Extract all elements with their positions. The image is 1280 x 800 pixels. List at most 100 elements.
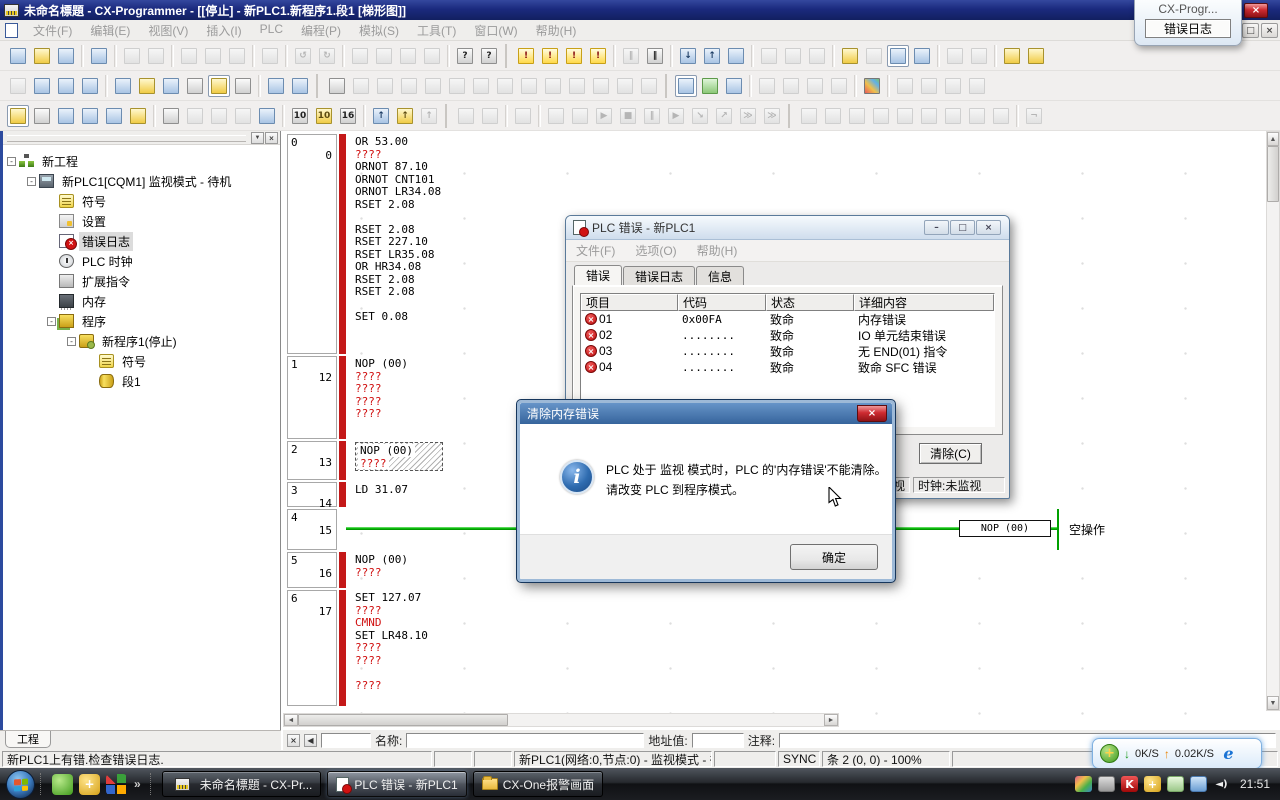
quicklaunch-gold-icon[interactable]: +	[79, 774, 100, 795]
rung-number-cell[interactable]: 1 12	[287, 356, 337, 439]
edit-up-4[interactable]	[828, 75, 850, 97]
nop-instruction-box[interactable]: NOP (00)	[959, 520, 1051, 537]
keyboard-tray-icon[interactable]	[1098, 776, 1115, 792]
contact-up[interactable]	[398, 75, 420, 97]
instruction-line[interactable]: ????	[358, 457, 389, 470]
instruction-line[interactable]: SET LR48.10	[355, 629, 1264, 642]
net-t2[interactable]	[918, 105, 940, 127]
volume-tray-icon[interactable]: ◄)	[1213, 776, 1230, 792]
dialog-menu-item[interactable]: 文件(F)	[566, 242, 625, 259]
sim-stop[interactable]: ■	[617, 105, 639, 127]
scroll-up-icon[interactable]: ▲	[1267, 132, 1279, 146]
menu-item[interactable]: 帮助(H)	[527, 22, 586, 39]
instruction-line[interactable]: NOP (00)	[358, 444, 415, 457]
find[interactable]	[349, 45, 371, 67]
dialog-menu-item[interactable]: 帮助(H)	[687, 242, 748, 259]
window-titlebar[interactable]: 未命名標題 - CX-Programmer - [[停止] - 新PLC1.新程…	[0, 0, 1280, 20]
instruction-line[interactable]: ????	[355, 679, 1264, 692]
watch-window-2[interactable]	[79, 105, 101, 127]
fields-close-icon[interactable]: ×	[287, 734, 300, 747]
monitoring[interactable]	[887, 45, 909, 67]
project-tab[interactable]: 工程	[5, 731, 51, 748]
new-contact[interactable]	[350, 75, 372, 97]
tree-item-program1-symbols[interactable]: - 符号	[3, 351, 280, 371]
name-field[interactable]	[406, 733, 644, 748]
compile-all[interactable]: !	[539, 45, 561, 67]
sim-step-in[interactable]: ↘	[689, 105, 711, 127]
tree-item-project[interactable]: - 新工程	[3, 151, 280, 171]
net-1[interactable]	[798, 105, 820, 127]
network-speed-widget[interactable]: + ↓ 0K/S ↑ 0.02K/S e	[1092, 738, 1262, 769]
menu-item[interactable]: 工具(T)	[408, 22, 465, 39]
mdi-restore-button[interactable]: □	[1242, 23, 1259, 38]
new-instruction-2[interactable]	[566, 75, 588, 97]
error-table-row[interactable]: ×02 ........ 致命 IO 单元结束错误	[581, 327, 994, 343]
io-table[interactable]	[289, 75, 311, 97]
tree-item-program[interactable]: - 程序	[3, 311, 280, 331]
net-3[interactable]	[846, 105, 868, 127]
window-close-button[interactable]: ×	[1244, 3, 1268, 18]
open-file[interactable]	[31, 45, 53, 67]
find-next[interactable]	[397, 45, 419, 67]
force-status[interactable]	[723, 75, 745, 97]
rung-number-cell[interactable]: 6 17	[287, 590, 337, 706]
instruction-line[interactable]: ????	[355, 148, 1264, 161]
set-value[interactable]	[1025, 45, 1047, 67]
instruction-line[interactable]: SET 127.07	[355, 591, 1264, 604]
sim-window-1[interactable]	[455, 105, 477, 127]
force-on[interactable]	[944, 45, 966, 67]
quicklaunch-green-icon[interactable]	[52, 774, 73, 795]
tree-item-settings[interactable]: - 设置	[3, 211, 280, 231]
net-t5[interactable]	[990, 105, 1012, 127]
pause-monitoring[interactable]	[911, 45, 933, 67]
horizontal-scroll-thumb[interactable]	[298, 714, 508, 726]
rung-number-cell[interactable]: 5 16	[287, 552, 337, 588]
return-corner[interactable]: ¬	[1023, 105, 1045, 127]
transfer-from-plc[interactable]: ↑	[701, 45, 723, 67]
menu-item[interactable]: 编辑(E)	[81, 22, 139, 39]
paste-special[interactable]	[259, 45, 281, 67]
taskbar-button-plc-error[interactable]: PLC 错误 - 新PLC1	[327, 771, 466, 797]
instruction-line[interactable]: OR 53.00	[355, 135, 1264, 148]
sim-run-to[interactable]: ≫	[737, 105, 759, 127]
error-table-row[interactable]: ×03 ........ 致命 无 END(01) 指令	[581, 343, 994, 359]
message-dialog-close-button[interactable]: ×	[857, 405, 887, 422]
taskbar-button-cxone-alarm[interactable]: CX-One报警画面	[473, 771, 603, 797]
vertical-line[interactable]	[446, 75, 468, 97]
dialog-minimize-button[interactable]: –	[924, 220, 949, 235]
fields-prev-icon[interactable]: ◀	[304, 734, 317, 747]
build-tools[interactable]	[31, 105, 53, 127]
go-previous[interactable]: ↑	[370, 105, 392, 127]
toggle-grid[interactable]	[112, 75, 134, 97]
hex-view[interactable]: 16	[337, 105, 359, 127]
network-tray-icon[interactable]	[1190, 776, 1207, 792]
start-button[interactable]	[6, 770, 35, 799]
force-off[interactable]	[968, 45, 990, 67]
tree-panel-close-icon[interactable]: ×	[265, 132, 278, 144]
error-table-header-cell[interactable]: 详细内容	[854, 294, 994, 311]
instruction-line[interactable]: ????	[355, 641, 1264, 654]
menu-item[interactable]: PLC	[251, 22, 292, 39]
dialog-maximize-button[interactable]: □	[950, 220, 975, 235]
taskbar-button-cx-programmer[interactable]: 未命名標題 - CX-Pr...	[162, 771, 322, 797]
antivirus-tray-icon[interactable]: K	[1121, 776, 1138, 792]
error-table-header-cell[interactable]: 项目	[581, 294, 678, 311]
menu-item[interactable]: 编程(P)	[292, 22, 350, 39]
address-field[interactable]	[692, 733, 744, 748]
menu-item[interactable]: 插入(I)	[197, 22, 250, 39]
internet-explorer-icon[interactable]: e	[1219, 744, 1238, 763]
scroll-track[interactable]	[508, 714, 824, 726]
properties[interactable]	[127, 105, 149, 127]
scroll-left-icon[interactable]: ◄	[284, 714, 298, 726]
instruction-line[interactable]: ORNOT 87.10	[355, 160, 1264, 173]
monitor-gray[interactable]	[894, 75, 916, 97]
palette-tray-icon[interactable]	[1075, 776, 1092, 792]
error-table-row[interactable]: ×04 ........ 致命 致命 SFC 错误	[581, 359, 994, 375]
sim-pause[interactable]: ‖	[641, 105, 663, 127]
address-tree[interactable]	[861, 75, 883, 97]
tree-expand-icon[interactable]: -	[7, 157, 16, 166]
new-closed-coil[interactable]	[518, 75, 540, 97]
ok-button[interactable]: 确定	[790, 544, 878, 570]
address-reference[interactable]	[160, 75, 182, 97]
vertical-scroll-thumb[interactable]	[1267, 146, 1279, 202]
